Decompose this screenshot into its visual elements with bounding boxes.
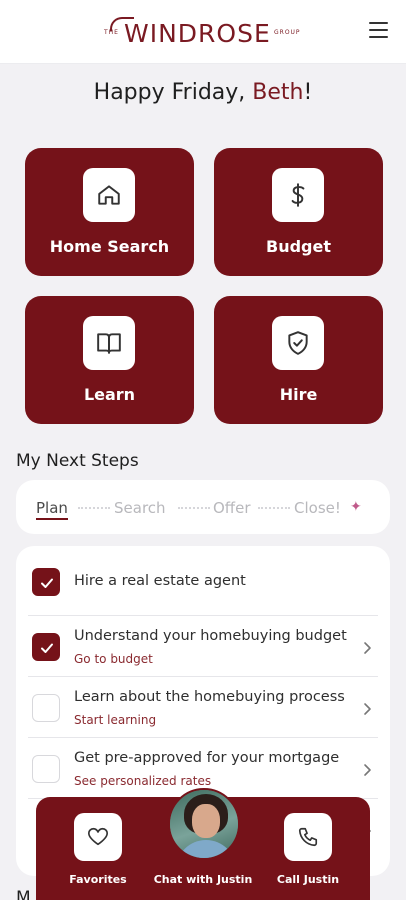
see-rates-link[interactable]: See personalized rates xyxy=(74,774,211,788)
greeting: Happy Friday, Beth! xyxy=(0,80,406,105)
stage-progress-bar: Plan Search Offer Close! ✦ xyxy=(16,480,390,534)
heart-icon xyxy=(74,813,122,861)
hire-tile[interactable]: Hire xyxy=(214,296,383,424)
party-popper-icon: ✦ xyxy=(350,498,362,514)
call-label: Call Justin xyxy=(276,873,340,886)
go-to-budget-link[interactable]: Go to budget xyxy=(74,652,153,666)
hamburger-menu-icon[interactable] xyxy=(369,22,389,40)
unchecked-checkbox-icon[interactable] xyxy=(32,755,60,783)
logo-group: GROUP xyxy=(274,29,301,36)
logo-name: WINDROSE xyxy=(124,19,271,48)
shield-check-icon xyxy=(272,316,324,370)
learn-tile[interactable]: Learn xyxy=(25,296,194,424)
chevron-right-icon[interactable] xyxy=(362,763,372,777)
learn-label: Learn xyxy=(83,385,136,404)
app-header: THE WINDROSE GROUP xyxy=(0,0,406,64)
stage-offer[interactable]: Offer xyxy=(213,499,251,517)
checked-checkbox-icon[interactable] xyxy=(32,568,60,596)
checklist-item-title: Hire a real estate agent xyxy=(74,573,246,589)
next-section-heading-partial: M xyxy=(16,888,31,900)
greeting-suffix: ! xyxy=(303,80,313,105)
book-icon xyxy=(83,316,135,370)
checklist-item[interactable]: Learn about the homebuying process Start… xyxy=(28,677,378,738)
chevron-right-icon[interactable] xyxy=(362,702,372,716)
favorites-label: Favorites xyxy=(69,873,127,886)
phone-icon xyxy=(284,813,332,861)
next-steps-title: My Next Steps xyxy=(16,451,139,471)
unchecked-checkbox-icon[interactable] xyxy=(32,694,60,722)
checklist-item-title: Get pre-approved for your mortgage xyxy=(74,750,340,766)
agent-avatar[interactable] xyxy=(168,788,240,860)
home-search-tile[interactable]: Home Search xyxy=(25,148,194,276)
budget-tile[interactable]: Budget xyxy=(214,148,383,276)
checklist-item[interactable]: Hire a real estate agent xyxy=(28,546,378,616)
stage-divider xyxy=(178,507,210,509)
chevron-right-icon[interactable] xyxy=(362,641,372,655)
checklist-item-title: Understand your homebuying budget xyxy=(74,628,347,644)
checked-checkbox-icon[interactable] xyxy=(32,633,60,661)
start-learning-link[interactable]: Start learning xyxy=(74,713,156,727)
greeting-user-name: Beth xyxy=(252,80,304,105)
house-icon xyxy=(83,168,135,222)
checklist-item-title: Learn about the homebuying process xyxy=(74,689,345,705)
greeting-prefix: Happy Friday, xyxy=(93,80,253,105)
windrose-logo[interactable]: THE WINDROSE GROUP xyxy=(104,17,304,49)
stage-search[interactable]: Search xyxy=(114,499,166,517)
stage-plan[interactable]: Plan xyxy=(36,499,68,520)
stage-divider xyxy=(78,507,110,509)
hire-label: Hire xyxy=(279,385,318,404)
dollar-icon xyxy=(272,168,324,222)
checklist-item[interactable]: Understand your homebuying budget Go to … xyxy=(28,616,378,677)
stage-close[interactable]: Close! xyxy=(294,499,341,517)
chat-label: Chat with Justin xyxy=(153,873,253,886)
home-search-label: Home Search xyxy=(49,237,170,256)
budget-label: Budget xyxy=(266,237,331,256)
stage-divider xyxy=(258,507,290,509)
